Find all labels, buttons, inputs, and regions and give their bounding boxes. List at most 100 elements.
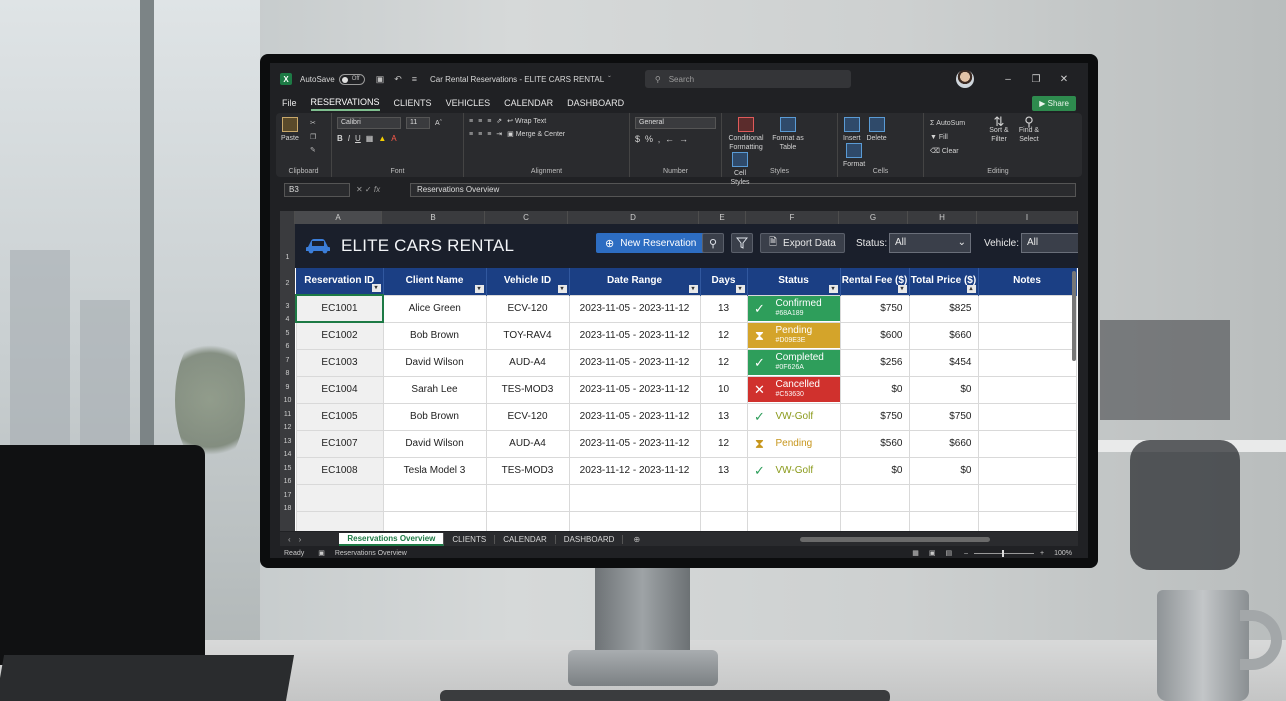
total-price-cell[interactable]: $660 (908, 429, 979, 458)
row-header[interactable]: 1 (280, 254, 295, 261)
total-price-cell[interactable]: $0 (908, 375, 979, 404)
header-vehicle-id[interactable]: Vehicle ID ▾ (486, 268, 570, 295)
restore-icon[interactable]: ❐ (1022, 74, 1050, 85)
total-price-cell[interactable]: $0 (908, 456, 979, 485)
conditional-formatting-button[interactable]: Conditional Formatting (727, 117, 765, 152)
tab-clients[interactable]: CLIENTS (394, 98, 432, 110)
rental-fee-cell[interactable]: $750 (839, 294, 910, 323)
select-all-corner[interactable] (280, 211, 295, 224)
empty-cell[interactable] (699, 510, 748, 531)
table-row[interactable]: EC1004 Sarah Lee TES-MOD3 2023-11-05 - 2023… (295, 375, 1077, 404)
vehicle-id-cell[interactable]: TES-MOD3 (485, 456, 570, 485)
tab-calendar[interactable]: CALENDAR (504, 98, 553, 110)
status-filter-select[interactable]: All ⌄ (889, 233, 971, 253)
filter-dropdown-icon[interactable]: ▾ (688, 284, 698, 293)
total-price-cell[interactable]: $825 (908, 294, 979, 323)
header-notes[interactable]: Notes (978, 268, 1077, 295)
sheet-tab-dashboard[interactable]: DASHBOARD (556, 534, 624, 544)
column-header-c[interactable]: C (485, 211, 568, 224)
paste-button[interactable]: Paste (281, 117, 299, 143)
save-icon[interactable]: ▣ (376, 74, 385, 85)
sheet-tab-clients[interactable]: CLIENTS (444, 534, 496, 544)
reservation-id-cell[interactable]: EC1005 (295, 402, 384, 431)
notes-cell[interactable] (977, 321, 1077, 350)
wrap-text-button[interactable]: ↩ Wrap Text (507, 117, 546, 125)
column-header-i[interactable]: I (977, 211, 1078, 224)
undo-icon[interactable]: ↶ (394, 74, 402, 85)
row-header[interactable]: 17 (280, 492, 295, 499)
empty-cell[interactable] (382, 510, 487, 531)
font-name-select[interactable]: Calibri (337, 117, 401, 129)
search-box[interactable]: ⚲ Search (644, 70, 851, 88)
column-header-d[interactable]: D (568, 211, 699, 224)
zoom-slider[interactable] (974, 549, 1034, 557)
vehicle-id-cell[interactable]: ECV-120 (485, 402, 570, 431)
avatar[interactable] (956, 70, 974, 88)
date-range-cell[interactable]: 2023-11-05 - 2023-11-12 (568, 348, 701, 377)
sort-filter-button[interactable]: ⇅ Sort & Filter (986, 115, 1012, 144)
empty-cell[interactable] (568, 510, 701, 531)
filter-dropdown-icon[interactable]: ▴ (966, 284, 976, 293)
table-row[interactable]: EC1001 Alice Green ECV-120 2023-11-05 - 202… (295, 294, 1077, 323)
row-header[interactable]: 13 (280, 438, 295, 445)
prev-sheet-icon[interactable]: ‹ (280, 535, 299, 544)
document-title[interactable]: Car Rental Reservations - ELITE CARS REN… (430, 75, 604, 84)
reservation-id-cell[interactable]: EC1003 (295, 348, 384, 377)
status-cell[interactable]: ⧗ Pending (746, 429, 841, 458)
filter-dropdown-icon[interactable]: ▾ (557, 284, 567, 293)
horizontal-scrollbar[interactable] (800, 537, 990, 542)
column-header-f[interactable]: F (746, 211, 839, 224)
status-cell[interactable]: ✓ VW-Golf (746, 456, 841, 485)
client-name-cell[interactable]: Tesla Model 3 (382, 456, 487, 485)
vertical-scrollbar[interactable] (1072, 271, 1076, 361)
export-data-button[interactable]: 🗎 Export Data (760, 233, 845, 253)
date-range-cell[interactable]: 2023-11-05 - 2023-11-12 (568, 294, 701, 323)
client-name-cell[interactable]: David Wilson (382, 348, 487, 377)
filter-dropdown-icon[interactable]: ▾ (474, 284, 484, 293)
header-status[interactable]: Status ▾ (747, 268, 841, 295)
clear-button[interactable]: ⌫ Clear (930, 145, 965, 159)
row-header[interactable]: 16 (280, 478, 295, 485)
client-name-cell[interactable]: Alice Green (382, 294, 487, 323)
status-cell[interactable]: ✓ VW-Golf (746, 402, 841, 431)
copy-icon[interactable]: ❐ (310, 133, 316, 141)
align-bottom-icon[interactable]: ≡ (487, 118, 491, 125)
status-cell[interactable]: ⧗ Pending #D09E3E (746, 321, 841, 350)
header-total-price[interactable]: Total Price ($) ▴ (909, 268, 979, 295)
minimize-icon[interactable]: – (994, 74, 1022, 85)
cut-icon[interactable]: ✂ (310, 119, 316, 127)
normal-view-icon[interactable]: ▦ (912, 549, 919, 557)
header-days[interactable]: Days ▾ (700, 268, 748, 295)
days-cell[interactable]: 13 (699, 456, 748, 485)
sheet-tab-reservations[interactable]: Reservations Overview (339, 532, 445, 546)
borders-icon[interactable]: ▦ (366, 134, 374, 143)
percent-icon[interactable]: % (645, 134, 653, 144)
empty-cell[interactable] (977, 483, 1077, 512)
empty-cell[interactable] (908, 483, 979, 512)
days-cell[interactable]: 13 (699, 402, 748, 431)
column-header-a[interactable]: A (295, 211, 382, 224)
table-row[interactable]: EC1002 Bob Brown TOY-RAV4 2023-11-05 - 2023… (295, 321, 1077, 350)
find-select-button[interactable]: ⚲ Find & Select (1016, 115, 1042, 144)
page-break-icon[interactable]: ▤ (945, 549, 952, 557)
align-middle-icon[interactable]: ≡ (478, 118, 482, 125)
empty-cell[interactable] (746, 483, 841, 512)
column-header-h[interactable]: H (908, 211, 977, 224)
filter-dropdown-icon[interactable]: ▾ (828, 284, 838, 293)
row-header[interactable]: 8 (280, 370, 295, 377)
new-reservation-button[interactable]: ⊕ New Reservation (596, 233, 706, 253)
date-range-cell[interactable]: 2023-11-05 - 2023-11-12 (568, 321, 701, 350)
row-header[interactable]: 18 (280, 505, 295, 512)
insert-button[interactable]: Insert (843, 117, 861, 143)
chevron-down-icon[interactable]: ˇ (608, 75, 611, 84)
column-header-b[interactable]: B (382, 211, 485, 224)
reservation-id-cell[interactable]: EC1001 (295, 294, 384, 323)
format-as-table-button[interactable]: Format as Table (771, 117, 805, 152)
fx-icon[interactable]: ✕ ✓ fx (356, 185, 404, 194)
grow-font-icon[interactable]: Aˆ (435, 120, 442, 127)
tab-vehicles[interactable]: VEHICLES (446, 98, 491, 110)
row-header[interactable]: 6 (280, 343, 295, 350)
column-header-g[interactable]: G (839, 211, 908, 224)
sheet-tab-calendar[interactable]: CALENDAR (495, 534, 556, 544)
client-name-cell[interactable]: Bob Brown (382, 402, 487, 431)
